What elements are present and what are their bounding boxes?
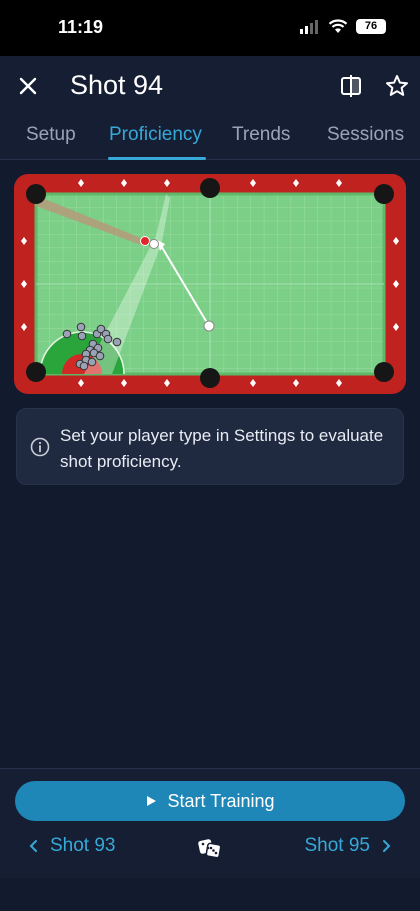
pool-table-diagram	[14, 174, 406, 394]
info-message: Set your player type in Settings to eval…	[60, 426, 384, 471]
tab-trends[interactable]: Trends	[232, 124, 290, 146]
header: Shot 94 Setup Proficiency Trends Session…	[0, 56, 420, 160]
cue-ball	[203, 320, 215, 332]
bottom-safe-area	[0, 878, 420, 911]
start-training-button[interactable]: Start Training	[15, 781, 405, 821]
chevron-left-icon	[29, 840, 37, 852]
object-ball	[140, 236, 150, 246]
tab-setup[interactable]: Setup	[26, 124, 76, 146]
favorite-button[interactable]	[383, 72, 411, 100]
previous-shot-button[interactable]: Shot 93	[28, 835, 116, 857]
compare-button[interactable]	[338, 73, 364, 99]
info-card: Set your player type in Settings to eval…	[16, 408, 404, 485]
next-shot-label: Shot 95	[304, 835, 371, 856]
close-icon	[19, 77, 37, 95]
info-icon	[30, 437, 50, 457]
star-icon	[386, 75, 408, 96]
active-tab-indicator	[108, 157, 206, 160]
compare-icon	[341, 75, 361, 97]
signal-icon	[300, 19, 318, 34]
wifi-icon	[328, 19, 348, 33]
play-icon	[147, 796, 157, 806]
bottom-action-bar: Start Training Shot 93 Shot 95	[0, 768, 420, 878]
status-time: 11:19	[58, 17, 104, 37]
status-bar: 11:19 76	[0, 0, 420, 56]
next-shot-button[interactable]: Shot 95	[305, 835, 393, 857]
page-title: Shot 94	[70, 70, 164, 100]
tab-bar: Setup Proficiency Trends Sessions	[0, 122, 420, 160]
chevron-right-icon	[383, 840, 391, 852]
start-training-label: Start Training	[167, 790, 275, 811]
close-button[interactable]	[14, 72, 42, 100]
random-shot-button[interactable]	[198, 835, 222, 859]
tab-sessions[interactable]: Sessions	[327, 124, 404, 146]
dice-icon	[198, 839, 222, 859]
ghost-ball	[149, 239, 159, 249]
battery-indicator: 76	[356, 19, 386, 34]
status-icons: 76	[300, 19, 386, 34]
pool-table-svg	[14, 174, 406, 394]
previous-shot-label: Shot 93	[50, 835, 116, 856]
tab-proficiency[interactable]: Proficiency	[109, 124, 206, 146]
